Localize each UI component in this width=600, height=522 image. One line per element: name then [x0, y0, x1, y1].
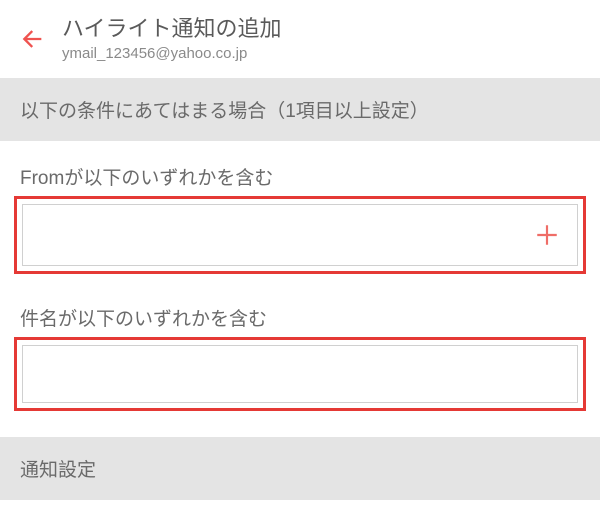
back-button[interactable] — [14, 21, 50, 57]
from-field-label: Fromが以下のいずれかを含む — [14, 163, 586, 190]
from-highlight-box — [14, 196, 586, 274]
subject-input-row[interactable] — [22, 345, 578, 403]
subject-field-block: 件名が以下のいずれかを含む — [0, 282, 600, 419]
plus-icon — [534, 222, 560, 248]
subject-highlight-box — [14, 337, 586, 411]
from-input-row[interactable] — [22, 204, 578, 266]
subject-field-label: 件名が以下のいずれかを含む — [14, 304, 586, 331]
from-field-block: Fromが以下のいずれかを含む — [0, 141, 600, 282]
arrow-left-icon — [18, 25, 46, 53]
app-header: ハイライト通知の追加 ymail_123456@yahoo.co.jp — [0, 0, 600, 78]
notification-section-header: 通知設定 — [0, 437, 600, 500]
page-title: ハイライト通知の追加 — [62, 14, 282, 44]
conditions-section-header: 以下の条件にあてはまる場合（1項目以上設定） — [0, 78, 600, 141]
title-block: ハイライト通知の追加 ymail_123456@yahoo.co.jp — [62, 14, 282, 64]
account-email: ymail_123456@yahoo.co.jp — [62, 44, 282, 64]
add-from-button[interactable] — [533, 221, 561, 249]
